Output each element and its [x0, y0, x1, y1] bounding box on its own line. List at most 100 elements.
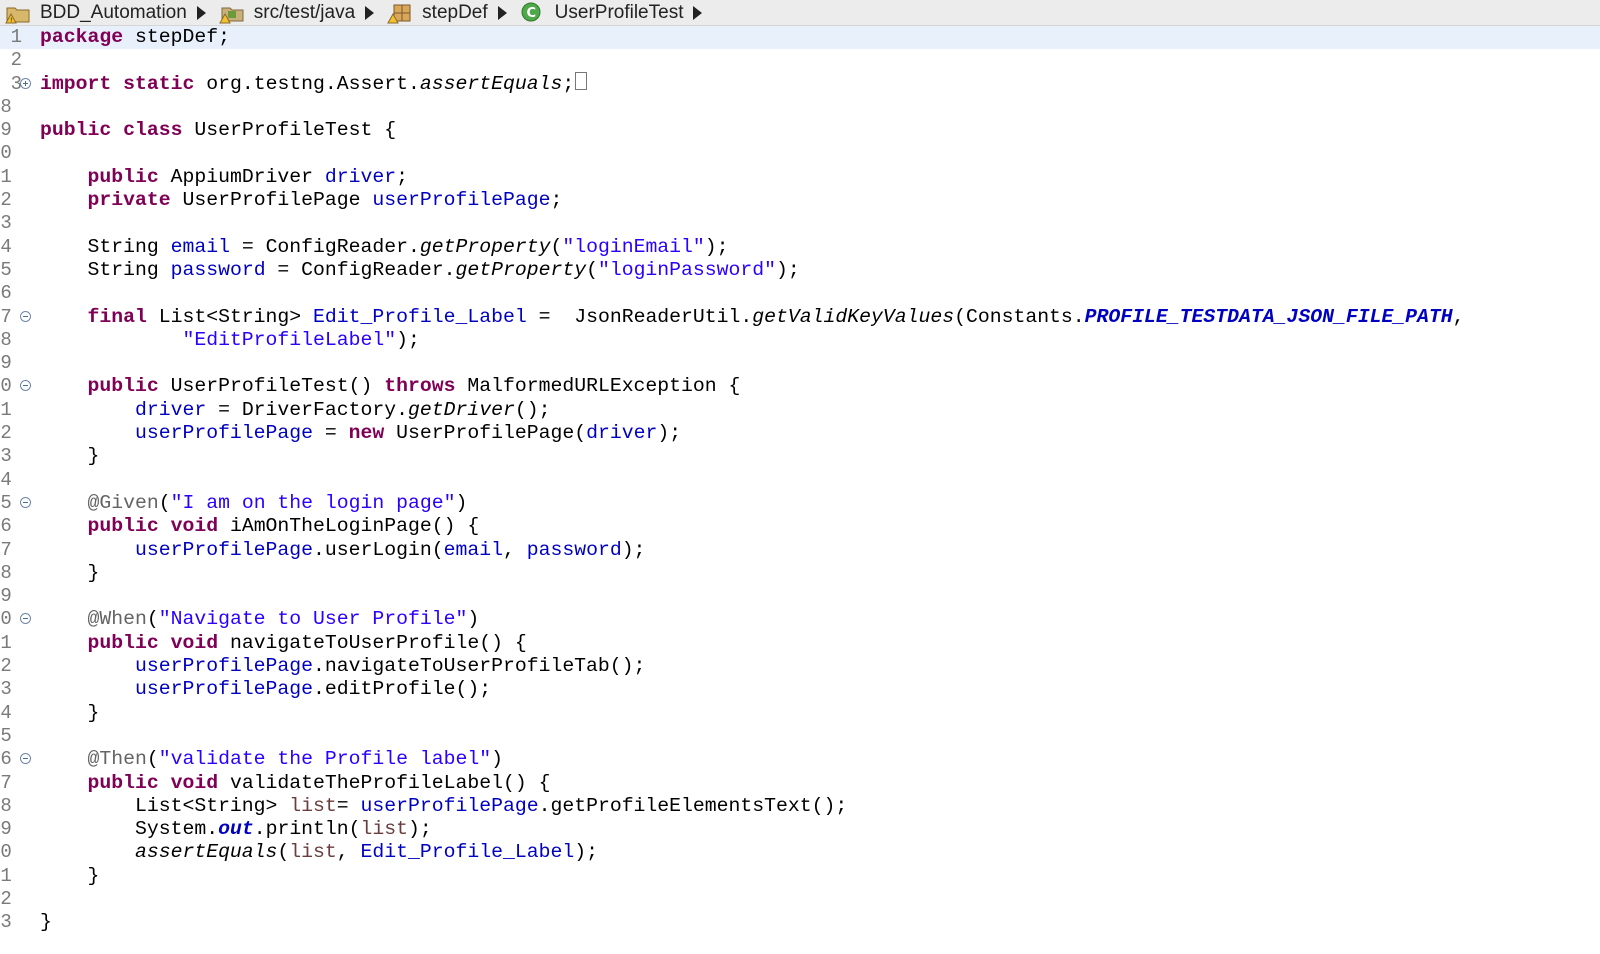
line-number: 28: [0, 328, 12, 351]
code-line: 30 public UserProfileTest() throws Malfo…: [0, 375, 1600, 398]
code-line: 52: [0, 888, 1600, 911]
code-line: 48 List<String> list= userProfilePage.ge…: [0, 795, 1600, 818]
expand-fold-icon[interactable]: [20, 77, 31, 89]
code-line: 32 userProfilePage = new UserProfilePage…: [0, 422, 1600, 445]
code-line: 36 public void iAmOnTheLoginPage() {: [0, 515, 1600, 538]
code-line: 38 }: [0, 562, 1600, 585]
line-number: 25: [0, 258, 12, 281]
code-line: 20: [0, 142, 1600, 165]
code-line: 21 public AppiumDriver driver;: [0, 166, 1600, 189]
code-line: 44 }: [0, 702, 1600, 725]
code-line: 46 @Then("validate the Profile label"): [0, 748, 1600, 771]
line-number: 39: [0, 585, 12, 608]
breadcrumb-item-project[interactable]: ! BDD_Automation: [4, 2, 206, 24]
code-line: 24 String email = ConfigReader.getProper…: [0, 236, 1600, 259]
code-line: 37 userProfilePage.userLogin(email, pass…: [0, 539, 1600, 562]
line-number: 24: [0, 235, 12, 258]
line-number: 26: [0, 282, 12, 305]
code-line: 3 import static org.testng.Assert.assert…: [0, 72, 1600, 96]
code-line: 25 String password = ConfigReader.getPro…: [0, 259, 1600, 282]
line-number: 19: [0, 119, 12, 142]
breadcrumb-label: stepDef: [422, 1, 488, 23]
line-number: 36: [0, 515, 12, 538]
code-line: 40 @When("Navigate to User Profile"): [0, 608, 1600, 631]
breadcrumb-item-package[interactable]: stepDef: [386, 1, 507, 24]
code-line: 39: [0, 585, 1600, 608]
code-line: 2: [0, 49, 1600, 72]
code-line: 51 }: [0, 865, 1600, 888]
collapsed-imports-icon[interactable]: [575, 72, 588, 91]
breadcrumb-label: src/test/java: [253, 1, 356, 23]
line-number: 44: [0, 701, 12, 724]
line-number: 35: [0, 491, 12, 514]
line-number: 53: [0, 911, 12, 934]
class-icon: C: [519, 2, 547, 24]
line-number: 45: [0, 724, 12, 747]
chevron-right-icon: [693, 5, 703, 20]
source-folder-warning-icon: [218, 2, 246, 24]
line-number: 18: [0, 95, 12, 118]
code-line: 49 System.out.println(list);: [0, 818, 1600, 841]
line-number: 48: [0, 794, 12, 817]
svg-text:!: !: [10, 17, 12, 24]
line-number: 43: [0, 678, 12, 701]
code-line: 43 userProfilePage.editProfile();: [0, 678, 1600, 701]
project-warning-icon: !: [4, 2, 32, 24]
code-line: 29: [0, 352, 1600, 375]
collapse-fold-icon[interactable]: [20, 496, 31, 508]
line-number: 52: [0, 887, 12, 910]
collapse-fold-icon[interactable]: [20, 613, 31, 625]
line-number: 27: [0, 305, 12, 328]
collapse-fold-icon[interactable]: [20, 753, 31, 765]
code-line: 22 private UserProfilePage userProfilePa…: [0, 189, 1600, 212]
line-number: 1: [10, 26, 22, 48]
line-number: 49: [0, 818, 12, 841]
svg-text:C: C: [526, 6, 536, 21]
line-number: 34: [0, 468, 12, 491]
chevron-right-icon: [497, 5, 507, 20]
code-line: 47 public void validateTheProfileLabel()…: [0, 772, 1600, 795]
code-line: 28 "EditProfileLabel");: [0, 329, 1600, 352]
code-line: 27 final List<String> Edit_Profile_Label…: [0, 306, 1600, 329]
collapse-fold-icon[interactable]: [20, 310, 31, 322]
breadcrumb-item-class[interactable]: C UserProfileTest: [519, 2, 703, 24]
line-number: 41: [0, 631, 12, 654]
line-number: 50: [0, 841, 12, 864]
line-number: 33: [0, 445, 12, 468]
line-number: 21: [0, 165, 12, 188]
line-number: 46: [0, 748, 12, 771]
code-editor[interactable]: 1 package stepDef; 2 3 import static org…: [0, 26, 1600, 954]
code-line: 19 public class UserProfileTest {: [0, 119, 1600, 142]
code-line: 33 }: [0, 445, 1600, 468]
line-number: 29: [0, 352, 12, 375]
code-line: 35 @Given("I am on the login page"): [0, 492, 1600, 515]
code-line: 41 public void navigateToUserProfile() {: [0, 632, 1600, 655]
line-number: 47: [0, 771, 12, 794]
line-number: 2: [10, 49, 22, 72]
line-number: 31: [0, 398, 12, 421]
breadcrumb-item-source-folder[interactable]: src/test/java: [218, 1, 375, 24]
code-line: 23: [0, 212, 1600, 235]
code-line: 50 assertEquals(list, Edit_Profile_Label…: [0, 841, 1600, 864]
code-line: 18: [0, 96, 1600, 119]
chevron-right-icon: [365, 5, 375, 20]
line-number: 40: [0, 608, 12, 631]
line-number: 20: [0, 142, 12, 165]
line-number: 30: [0, 375, 12, 398]
collapse-fold-icon[interactable]: [20, 380, 31, 392]
breadcrumb-label: UserProfileTest: [554, 1, 684, 23]
line-number: 38: [0, 561, 12, 584]
line-number: 32: [0, 422, 12, 445]
code-line: 53 }: [0, 911, 1600, 934]
line-number: 42: [0, 655, 12, 678]
code-line: 34: [0, 469, 1600, 492]
line-number: 22: [0, 189, 12, 212]
code-line: 31 driver = DriverFactory.getDriver();: [0, 399, 1600, 422]
code-line: 1 package stepDef;: [0, 26, 1600, 50]
package-warning-icon: [386, 2, 414, 24]
chevron-right-icon: [196, 5, 206, 20]
breadcrumb: ! BDD_Automation src/test/java stepDef C…: [0, 0, 1600, 26]
code-line: 42 userProfilePage.navigateToUserProfile…: [0, 655, 1600, 678]
line-number: 37: [0, 538, 12, 561]
code-line: 45: [0, 725, 1600, 748]
